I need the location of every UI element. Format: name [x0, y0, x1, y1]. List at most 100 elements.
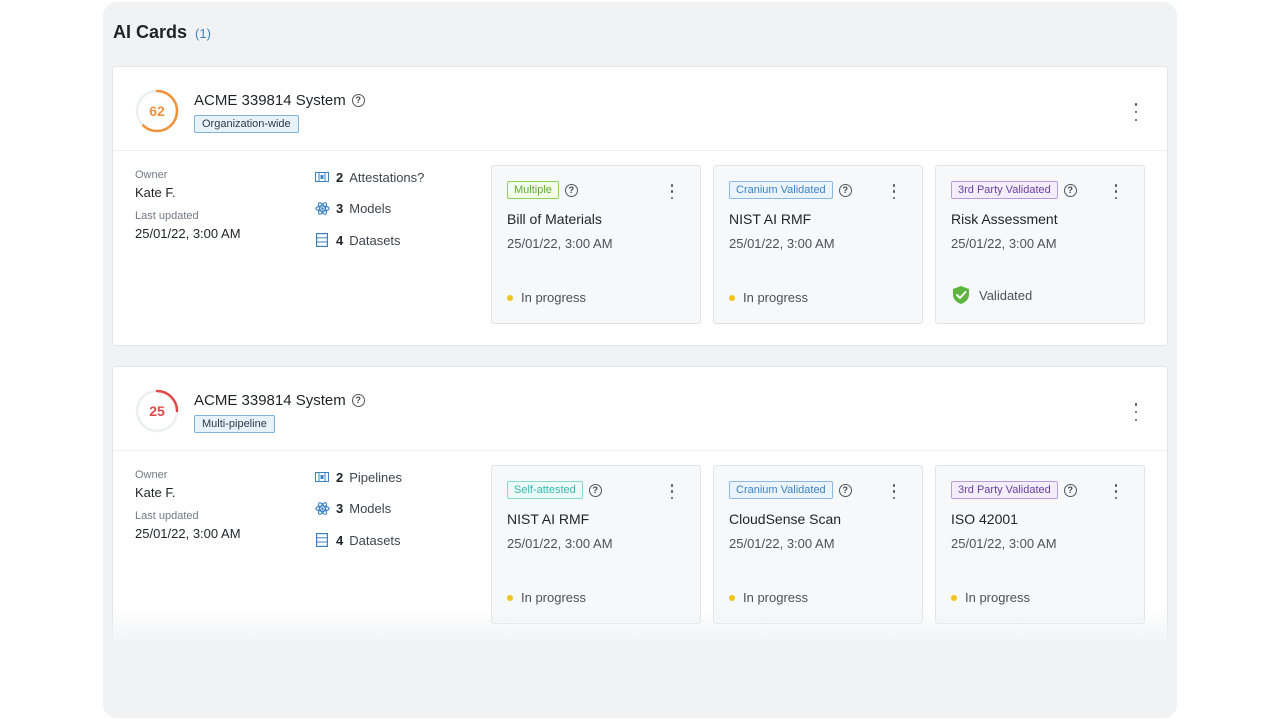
assessment-status: In progress: [507, 590, 586, 605]
system-name: ACME 339814 System ?: [194, 392, 365, 409]
status-label: In progress: [743, 590, 809, 605]
assessment-card[interactable]: 3rd Party Validated ? ISO 42001 25/01/22…: [935, 465, 1145, 624]
assessment-title: Risk Assessment: [951, 211, 1058, 227]
system-name: ACME 339814 System ?: [194, 92, 365, 109]
pipeline-icon: [314, 169, 330, 185]
stat-label: Attestations?: [349, 169, 425, 185]
ai-card[interactable]: 25 ACME 339814 System ? Multi-pipeline O…: [112, 366, 1168, 646]
question-circle-icon[interactable]: ?: [1063, 183, 1077, 197]
badge-row: Cranium Validated ?: [729, 181, 852, 199]
system-name-label: ACME 339814 System: [194, 92, 346, 109]
question-circle-icon[interactable]: ?: [1063, 483, 1077, 497]
panel-title: AI Cards: [113, 22, 188, 42]
status-label: In progress: [521, 590, 587, 605]
status-label: In progress: [965, 590, 1031, 605]
last-updated-label: Last updated: [135, 210, 199, 222]
assessment-title: NIST AI RMF: [729, 211, 812, 227]
stat-label: Datasets: [349, 232, 401, 248]
validation-badge: 3rd Party Validated: [951, 181, 1058, 199]
assessment-menu-button[interactable]: [1113, 484, 1119, 499]
stat-pipelines[interactable]: 2 Attestations?: [314, 167, 424, 187]
question-circle-icon[interactable]: ?: [588, 483, 602, 497]
stat-label: Models: [349, 201, 392, 216]
stat-datasets[interactable]: 4 Datasets: [314, 230, 424, 250]
status-dot-icon: [729, 294, 735, 301]
assessment-title: NIST AI RMF: [507, 511, 590, 527]
last-updated-value: 25/01/22, 3:00 AM: [135, 526, 241, 541]
question-circle-icon[interactable]: ?: [838, 183, 852, 197]
assessment-card[interactable]: Cranium Validated ? NIST AI RMF 25/01/22…: [713, 165, 923, 324]
status-dot-icon: [507, 594, 513, 601]
assessment-menu-button[interactable]: [669, 484, 675, 499]
stat-label: Pipelines: [349, 469, 402, 485]
status-label: In progress: [743, 290, 809, 305]
stat-count: 4: [336, 532, 344, 548]
badge-row: Multiple ?: [507, 181, 578, 199]
assessment-menu-button[interactable]: [1113, 184, 1119, 199]
question-circle-icon[interactable]: ?: [351, 394, 365, 407]
assessment-card[interactable]: 3rd Party Validated ? Risk Assessment 25…: [935, 165, 1145, 324]
assessment-menu-button[interactable]: [891, 484, 897, 499]
system-name-label: ACME 339814 System: [194, 392, 346, 409]
card-menu-button[interactable]: [1133, 103, 1139, 121]
last-updated-label: Last updated: [135, 510, 199, 522]
stat-models[interactable]: 3 Models: [314, 199, 424, 219]
stat-count: 3: [336, 501, 344, 516]
badge-row: 3rd Party Validated ?: [951, 181, 1077, 199]
badge-row: Self-attested ?: [507, 481, 602, 499]
question-circle-icon[interactable]: ?: [351, 94, 365, 107]
stat-count: 2: [336, 469, 344, 485]
stat-count: 4: [336, 232, 344, 248]
card-stats: 2 Attestations? 3 Models 4 Datasets: [314, 167, 424, 262]
assessment-status: In progress: [729, 590, 808, 605]
status-dot-icon: [729, 594, 735, 601]
panel-header: AI Cards (1): [113, 22, 211, 43]
card-menu-button[interactable]: [1133, 403, 1139, 421]
badge-row: Cranium Validated ?: [729, 481, 852, 499]
validation-badge: 3rd Party Validated: [951, 481, 1058, 499]
atom-icon: [314, 201, 330, 217]
assessment-status: In progress: [951, 590, 1030, 605]
stat-count: 3: [336, 201, 344, 216]
card-meta: Owner Kate F. Last updated 25/01/22, 3:0…: [135, 169, 241, 241]
owner-value: Kate F.: [135, 185, 176, 200]
score-value: 25: [149, 403, 165, 419]
assessment-date: 25/01/22, 3:00 AM: [951, 536, 1057, 551]
stat-datasets[interactable]: 4 Datasets: [314, 530, 402, 550]
badge-row: 3rd Party Validated ?: [951, 481, 1077, 499]
assessment-card[interactable]: Self-attested ? NIST AI RMF 25/01/22, 3:…: [491, 465, 701, 624]
assessment-status: In progress: [729, 290, 808, 305]
question-circle-icon[interactable]: ?: [838, 483, 852, 497]
card-meta: Owner Kate F. Last updated 25/01/22, 3:0…: [135, 469, 241, 541]
owner-label: Owner: [135, 469, 168, 481]
card-header: 62 ACME 339814 System ? Organization-wid…: [113, 67, 1167, 151]
stat-pipelines[interactable]: 2 Pipelines: [314, 467, 402, 487]
pipeline-icon: [314, 469, 330, 485]
scope-tag: Organization-wide: [194, 115, 299, 133]
stat-label: Datasets: [349, 532, 401, 548]
panel-footer-area: [103, 640, 1177, 718]
owner-value: Kate F.: [135, 485, 176, 500]
stat-label: Models: [349, 501, 392, 516]
question-circle-icon[interactable]: ?: [564, 183, 578, 197]
validation-badge: Self-attested: [507, 481, 583, 499]
ai-cards-panel: AI Cards (1) 62 ACME 339814 System ? Org…: [103, 2, 1177, 718]
stat-models[interactable]: 3 Models: [314, 499, 402, 519]
assessment-menu-button[interactable]: [891, 184, 897, 199]
stat-count: 2: [336, 169, 344, 185]
score-ring: 62: [134, 88, 180, 134]
status-label: In progress: [521, 290, 587, 305]
status-dot-icon: [507, 294, 513, 301]
score-ring: 25: [134, 388, 180, 434]
score-value: 62: [149, 103, 165, 119]
assessment-card[interactable]: Cranium Validated ? CloudSense Scan 25/0…: [713, 465, 923, 624]
assessment-card[interactable]: Multiple ? Bill of Materials 25/01/22, 3…: [491, 165, 701, 324]
validation-badge: Multiple: [507, 181, 559, 199]
ai-card[interactable]: 62 ACME 339814 System ? Organization-wid…: [112, 66, 1168, 346]
assessment-menu-button[interactable]: [669, 184, 675, 199]
status-dot-icon: [951, 594, 957, 601]
scope-tag: Multi-pipeline: [194, 415, 275, 433]
panel-count: (1): [195, 26, 211, 41]
validation-badge: Cranium Validated: [729, 181, 833, 199]
last-updated-value: 25/01/22, 3:00 AM: [135, 226, 241, 241]
